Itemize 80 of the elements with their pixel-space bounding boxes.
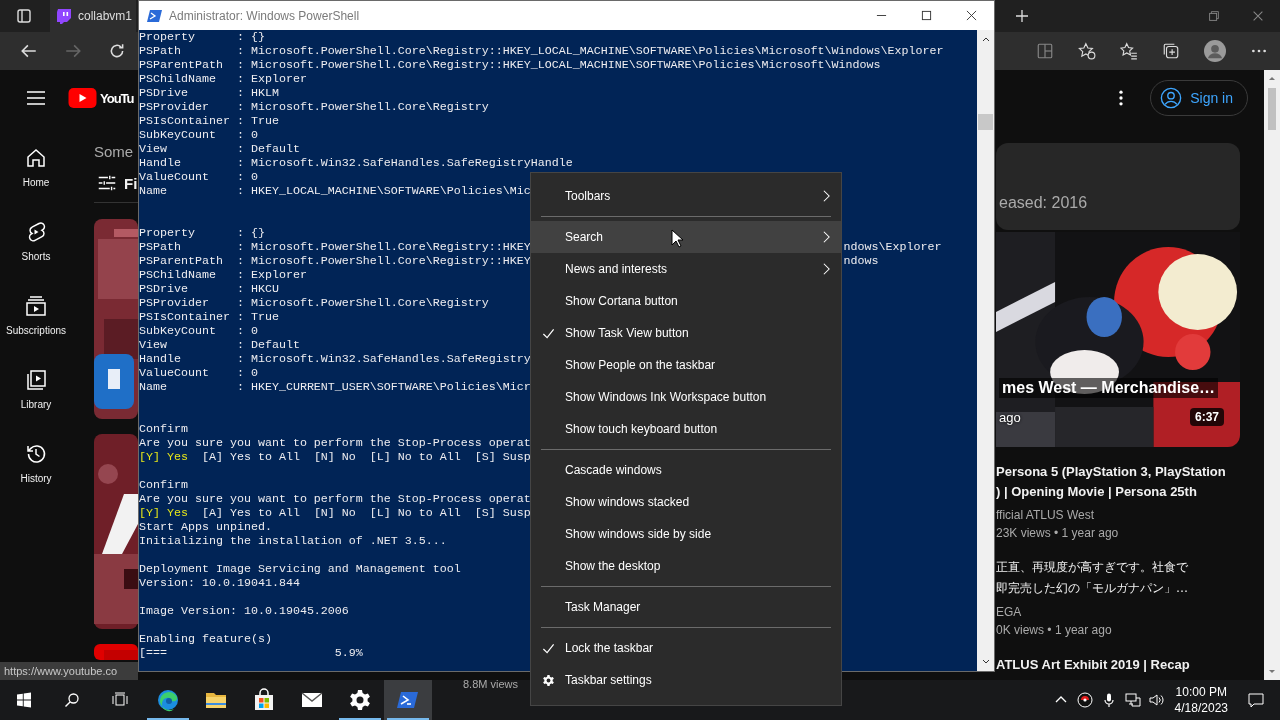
menu-item[interactable]: Search — [531, 221, 841, 253]
sidebar-item[interactable]: History — [0, 426, 72, 500]
console-line: Are you sure you want to perform the Stop-Process operat — [139, 492, 531, 506]
console-line: PSChildName : Explorer — [139, 268, 307, 282]
console-line: Handle : Microsoft.Win32.SafeHandles.SafeRegistryHandle — [139, 156, 573, 170]
sidebar-item[interactable]: Subscriptions — [0, 278, 72, 352]
video-title[interactable]: Persona 5 (PlayStation 3, PlayStation — [996, 462, 1240, 482]
console-line: Version: 10.0.19041.844 — [139, 576, 300, 590]
console-line: PSIsContainer : True — [139, 114, 279, 128]
console-line: PSPath : Microsoft.PowerShell.Core\Registry::HKEY_LOCAL_MACHINE\SOFTWARE\Policies\Microsoft\Windows\Explorer — [139, 44, 944, 58]
console-line: PSIsContainer : True — [139, 310, 279, 324]
console-line: ndows — [843, 254, 880, 268]
console-line: PSDrive : HKCU — [139, 282, 279, 296]
console-line: SubKeyCount : 0 — [139, 324, 258, 338]
console-line: [Y] Yes [A] Yes to All [N] No [L] No to All [S] Susp — [139, 506, 531, 520]
section-heading: Some — [94, 143, 134, 161]
console-line: Name : HKEY_CURRENT_USER\SOFTWARE\Policies\Micr — [139, 380, 531, 394]
menu-item[interactable]: Taskbar settings — [531, 664, 841, 696]
console-line: PSParentPath : Microsoft.PowerShell.Core\Registry::HKEY — [139, 254, 531, 268]
sidebar-item[interactable]: Library — [0, 352, 72, 426]
console-line: PSProvider : Microsoft.PowerShell.Core\Registry — [139, 100, 489, 114]
menu-item[interactable]: Show windows side by side — [531, 518, 841, 550]
upload-age: ago — [999, 410, 1021, 425]
console-line: Confirm — [139, 478, 188, 492]
video-title[interactable]: mes West — Merchandise… — [999, 378, 1219, 398]
console-line: ndows\Explorer — [843, 240, 943, 254]
menu-item[interactable]: Cascade windows — [531, 454, 841, 486]
view-count: 8.8M views — [463, 678, 519, 690]
window-title: Administrator: Windows PowerShell — [169, 8, 360, 23]
video-title[interactable]: 即完売した幻の「モルガナパン」… — [996, 578, 1240, 599]
menu-item[interactable]: Show the desktop — [531, 550, 841, 582]
console-line: PSDrive : HKLM — [139, 86, 279, 100]
menu-item[interactable]: Show People on the taskbar — [531, 349, 841, 381]
console-line: Start Apps unpined. — [139, 520, 272, 534]
console-line: Initializing the installation of .NET 3.5... — [139, 534, 447, 548]
menu-item[interactable]: News and interests — [531, 253, 841, 285]
menu-item[interactable]: Toolbars — [531, 180, 841, 212]
menu-item[interactable]: Lock the taskbar — [531, 632, 841, 664]
console-line: Name : HKEY_LOCAL_MACHINE\SOFTWARE\Policies\Mic — [139, 184, 531, 198]
console-line: Property : {} — [139, 226, 265, 240]
clock[interactable]: 10:00 PM 4/18/2023 — [1174, 684, 1228, 716]
channel-name[interactable]: EGA — [996, 603, 1240, 621]
console-line: Image Version: 10.0.19045.2006 — [139, 604, 349, 618]
console-line: Are you sure you want to perform the Stop-Process operat — [139, 436, 531, 450]
video-meta: 0K views • 1 year ago — [996, 622, 1113, 639]
video-meta: 23K views • 1 year ago — [996, 525, 1120, 542]
menu-item[interactable]: Task Manager — [531, 591, 841, 623]
release-year: eased: 2016 — [999, 193, 1089, 213]
console-line: Enabling feature(s) — [139, 632, 272, 646]
menu-item[interactable]: Show Windows Ink Workspace button — [531, 381, 841, 413]
video-title[interactable]: 正直、再現度が高すぎです。社食で — [996, 557, 1240, 578]
console-line: ValueCount : 0 — [139, 170, 258, 184]
console-line: Handle : Microsoft.Win32.SafeHandles.SafeRegistry — [139, 352, 531, 366]
console-line: Property : {} — [139, 30, 265, 44]
menu-item[interactable]: Show windows stacked — [531, 486, 841, 518]
console-line: PSParentPath : Microsoft.PowerShell.Core\Registry::HKEY_LOCAL_MACHINE\SOFTWARE\Policies\Microsoft\Windows — [139, 58, 881, 72]
console-line: PSProvider : Microsoft.PowerShell.Core\Registry — [139, 296, 489, 310]
console-line: Confirm — [139, 422, 188, 436]
console-line: View : Default — [139, 142, 300, 156]
menu-item[interactable]: Show Cortana button — [531, 285, 841, 317]
console-line: [Y] Yes [A] Yes to All [N] No [L] No to All [S] Susp — [139, 450, 531, 464]
console-line: View : Default — [139, 338, 300, 352]
console-line: Deployment Image Servicing and Management tool — [139, 562, 461, 576]
menu-item[interactable]: Show Task View button — [531, 317, 841, 349]
sidebar-item[interactable]: Shorts — [0, 204, 72, 278]
menu-item[interactable]: Show touch keyboard button — [531, 413, 841, 445]
console-line: SubKeyCount : 0 — [139, 128, 258, 142]
console-line: PSPath : Microsoft.PowerShell.Core\Registry::HKEY — [139, 240, 531, 254]
video-title[interactable]: ) | Opening Movie | Persona 25th — [996, 482, 1240, 502]
console-line: [=== 5.9% — [139, 646, 363, 660]
channel-name[interactable]: fficial ATLUS West — [996, 506, 1240, 524]
filter-label[interactable]: Fi — [124, 174, 138, 192]
console-line: PSChildName : Explorer — [139, 72, 307, 86]
sidebar-item[interactable]: Home — [0, 130, 72, 204]
status-url: https://www.youtube.co — [0, 662, 138, 680]
console-line: ValueCount : 0 — [139, 366, 258, 380]
video-title[interactable]: ATLUS Art Exhibit 2019 | Recap — [996, 655, 1240, 675]
browser-tab[interactable]: collabvm1 — [50, 0, 136, 32]
duration-badge: 6:37 — [1189, 408, 1224, 426]
logo-text[interactable]: YouTu — [100, 90, 134, 106]
